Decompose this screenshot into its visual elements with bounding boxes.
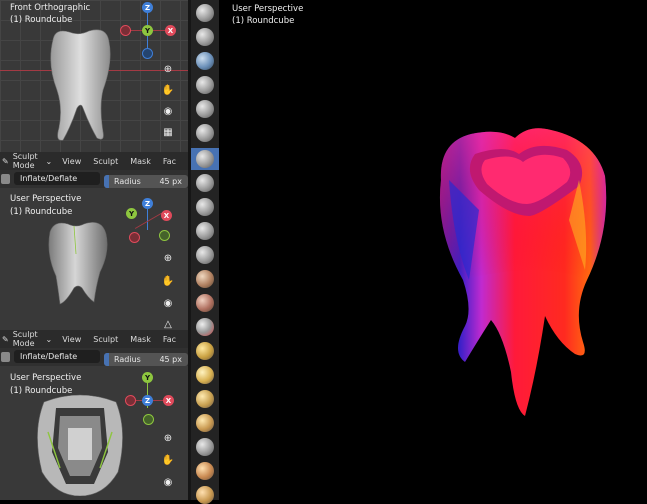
menu-face[interactable]: Fac: [163, 335, 176, 344]
grid-view-icon[interactable]: ▦: [160, 124, 176, 140]
brush-thumbnail-icon[interactable]: [1, 352, 10, 362]
tool-settings-bar: Inflate/Deflate Radius 45 px: [0, 170, 188, 188]
chevron-down-icon: ⌄: [45, 334, 53, 344]
zoom-icon[interactable]: ⊕: [160, 250, 176, 266]
neg-x-axis-icon[interactable]: [125, 395, 136, 406]
menu-sculpt[interactable]: Sculpt: [93, 335, 118, 344]
y-axis-icon[interactable]: Y: [126, 208, 137, 219]
sculpt-header: ✎ Sculpt Mode ⌄ View Sculpt Mask Fac: [0, 152, 188, 170]
viewport-title: User Perspective: [232, 4, 304, 14]
mode-selector[interactable]: Sculpt Mode: [13, 330, 44, 348]
neg-x-axis-icon[interactable]: [120, 25, 131, 36]
main-viewport[interactable]: User Perspective (1) Roundcube: [219, 0, 647, 500]
navigation-gizmo[interactable]: Y Z X: [125, 370, 177, 430]
x-axis-icon[interactable]: X: [165, 25, 176, 36]
brush-name-field[interactable]: Inflate/Deflate: [14, 172, 100, 185]
viewport-object-name: (1) Roundcube: [10, 15, 73, 25]
menu-face[interactable]: Fac: [163, 157, 176, 166]
viewport-title: Front Orthographic: [10, 3, 91, 13]
grab-brush-icon[interactable]: [196, 342, 214, 360]
radius-slider[interactable]: Radius 45 px: [104, 174, 188, 188]
zoom-icon[interactable]: ⊕: [160, 430, 176, 446]
flatten-brush-icon[interactable]: [196, 222, 214, 240]
x-axis-icon[interactable]: X: [163, 395, 174, 406]
z-axis-icon[interactable]: Z: [142, 198, 153, 209]
scrape-brush-icon[interactable]: [196, 270, 214, 288]
nudge-brush-icon[interactable]: [196, 462, 214, 480]
menu-mask[interactable]: Mask: [130, 335, 151, 344]
smooth-brush-icon[interactable]: [196, 198, 214, 216]
y-axis-icon[interactable]: Y: [142, 372, 153, 383]
blob-brush-icon[interactable]: [196, 150, 214, 168]
viewport-object-name: (1) Roundcube: [10, 207, 73, 217]
z-axis-icon[interactable]: Z: [142, 395, 153, 406]
pan-hand-icon[interactable]: ✋: [160, 82, 176, 98]
x-axis-icon[interactable]: X: [161, 210, 172, 221]
draw-brush-icon[interactable]: [196, 4, 214, 22]
snake-hook-brush-icon[interactable]: [196, 390, 214, 408]
clay-strips-brush-icon[interactable]: [196, 76, 214, 94]
pinch-brush-icon[interactable]: [196, 318, 214, 336]
pose-brush-icon[interactable]: [196, 438, 214, 456]
menu-view[interactable]: View: [62, 157, 81, 166]
viewport-object-name: (1) Roundcube: [232, 16, 295, 26]
inflate-brush-icon[interactable]: [196, 124, 214, 142]
chevron-down-icon: ⌄: [45, 156, 53, 166]
mode-selector[interactable]: Sculpt Mode: [13, 152, 44, 170]
brush-thumbnail-icon[interactable]: [1, 174, 10, 184]
navigation-gizmo[interactable]: Z Y X: [125, 196, 177, 248]
tooth-model-underside: [37, 394, 123, 496]
neg-z-axis-icon[interactable]: [142, 48, 153, 59]
y-axis-icon[interactable]: Y: [142, 25, 153, 36]
brush-toolbar: [191, 0, 219, 504]
viewport-user-perspective-1[interactable]: User Perspective (1) Roundcube Z Y X ⊕ ✋…: [0, 188, 188, 330]
menu-mask[interactable]: Mask: [130, 157, 151, 166]
neg-x-axis-icon[interactable]: [129, 232, 140, 243]
menu-sculpt[interactable]: Sculpt: [93, 157, 118, 166]
viewport-front-orthographic[interactable]: Front Orthographic (1) Roundcube Z Y X ⊕…: [0, 0, 188, 152]
fill-brush-icon[interactable]: [196, 246, 214, 264]
tooth-model-perspective: [48, 222, 108, 305]
viewport-title: User Perspective: [10, 194, 82, 204]
pan-hand-icon[interactable]: ✋: [160, 273, 176, 289]
brush-icon: ✎: [2, 156, 9, 166]
camera-icon[interactable]: ◉: [160, 295, 176, 311]
z-axis-icon[interactable]: Z: [142, 2, 153, 13]
camera-icon[interactable]: ◉: [160, 474, 176, 490]
elastic-deform-brush-icon[interactable]: [196, 366, 214, 384]
brush-icon: ✎: [2, 334, 9, 344]
multiplane-scrape-brush-icon[interactable]: [196, 294, 214, 312]
rotate-brush-icon[interactable]: [196, 486, 214, 504]
brush-name-field[interactable]: Inflate/Deflate: [14, 350, 100, 363]
clay-brush-icon[interactable]: [196, 52, 214, 70]
zoom-icon[interactable]: ⊕: [160, 61, 176, 77]
menu-view[interactable]: View: [62, 335, 81, 344]
sculpt-header-2: ✎ Sculpt Mode ⌄ View Sculpt Mask Fac: [0, 330, 188, 348]
layer-brush-icon[interactable]: [196, 100, 214, 118]
tooth-model-front: [50, 29, 111, 141]
tooth-model-colored: [439, 128, 607, 416]
perspective-toggle-icon[interactable]: △: [160, 316, 176, 330]
navigation-gizmo[interactable]: Z Y X: [118, 0, 178, 60]
radius-slider[interactable]: Radius 45 px: [104, 352, 188, 366]
neg-y-axis-icon[interactable]: [159, 230, 170, 241]
thumb-brush-icon[interactable]: [196, 414, 214, 432]
viewport-user-perspective-2[interactable]: User Perspective (1) Roundcube Y Z X ⊕ ✋…: [0, 366, 188, 500]
tool-settings-bar-2: Inflate/Deflate Radius 45 px: [0, 348, 188, 366]
draw-sharp-brush-icon[interactable]: [196, 28, 214, 46]
pan-hand-icon[interactable]: ✋: [160, 452, 176, 468]
crease-brush-icon[interactable]: [196, 174, 214, 192]
viewport-title: User Perspective: [10, 373, 82, 383]
neg-y-axis-icon[interactable]: [143, 414, 154, 425]
camera-icon[interactable]: ◉: [160, 103, 176, 119]
